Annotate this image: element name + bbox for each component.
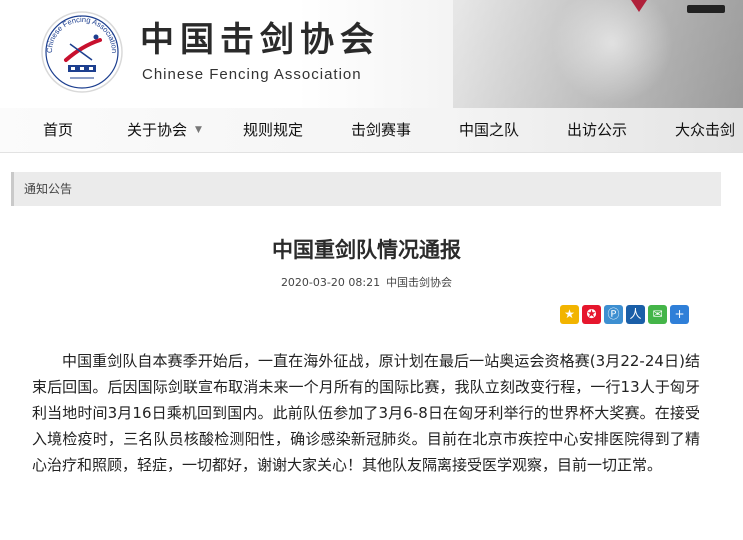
nav-item-about[interactable]: 关于协会 ▼: [127, 108, 202, 153]
article-date: 2020-03-20 08:21: [280, 276, 381, 289]
wechat-share-icon[interactable]: ✉: [648, 305, 667, 324]
article-meta: 2020-03-20 08:21 中国击剑协会: [0, 274, 733, 292]
weibo-share-icon[interactable]: ✪: [582, 305, 601, 324]
nav-item-home[interactable]: 首页: [43, 108, 73, 153]
nav-item-label: 出访公示: [567, 121, 628, 139]
nav-item-events[interactable]: 击剑赛事: [351, 108, 411, 153]
tencent-weibo-share-icon[interactable]: Ⓟ: [604, 305, 623, 324]
nav-item-label: 首页: [43, 121, 74, 139]
site-title-en: Chinese Fencing Association: [142, 66, 362, 83]
nav-item-label: 击剑赛事: [351, 121, 412, 139]
main-navigation: 首页 关于协会 ▼ 规则规定 击剑赛事 中国之队 出访公示 大众击剑: [0, 108, 743, 153]
header-decoration: [453, 0, 743, 108]
share-toolbar: ★ ✪ Ⓟ 人 ✉ +: [560, 305, 689, 325]
qzone-share-icon[interactable]: ★: [560, 305, 579, 324]
site-title-cn: 中国击剑协会: [140, 20, 380, 60]
section-breadcrumb: 通知公告: [11, 172, 721, 206]
more-share-icon[interactable]: +: [670, 305, 689, 324]
nav-item-label: 规则规定: [243, 121, 304, 139]
section-label[interactable]: 通知公告: [24, 172, 72, 206]
article-source: 中国击剑协会: [386, 276, 453, 289]
association-logo[interactable]: Chinese Fencing Association: [40, 10, 124, 94]
header-decoration-bar: [687, 5, 725, 13]
nav-item-visit-notice[interactable]: 出访公示: [567, 108, 627, 153]
site-header: Chinese Fencing Association 中国击剑协会 Chine…: [0, 0, 743, 108]
caret-down-icon: ▼: [195, 125, 202, 135]
nav-item-public-fencing[interactable]: 大众击剑: [675, 108, 735, 153]
article-title: 中国重剑队情况通报: [272, 238, 461, 262]
header-decoration-flag: [631, 0, 647, 12]
nav-item-label: 中国之队: [459, 121, 520, 139]
nav-item-national-team[interactable]: 中国之队: [459, 108, 519, 153]
renren-share-icon[interactable]: 人: [626, 305, 645, 324]
article-body: 中国重剑队自本赛季开始后，一直在海外征战，原计划在最后一站奥运会资格赛(3月22…: [32, 352, 700, 474]
nav-item-label: 大众击剑: [675, 121, 736, 139]
nav-item-label: 关于协会: [127, 121, 188, 139]
nav-item-rules[interactable]: 规则规定: [243, 108, 303, 153]
